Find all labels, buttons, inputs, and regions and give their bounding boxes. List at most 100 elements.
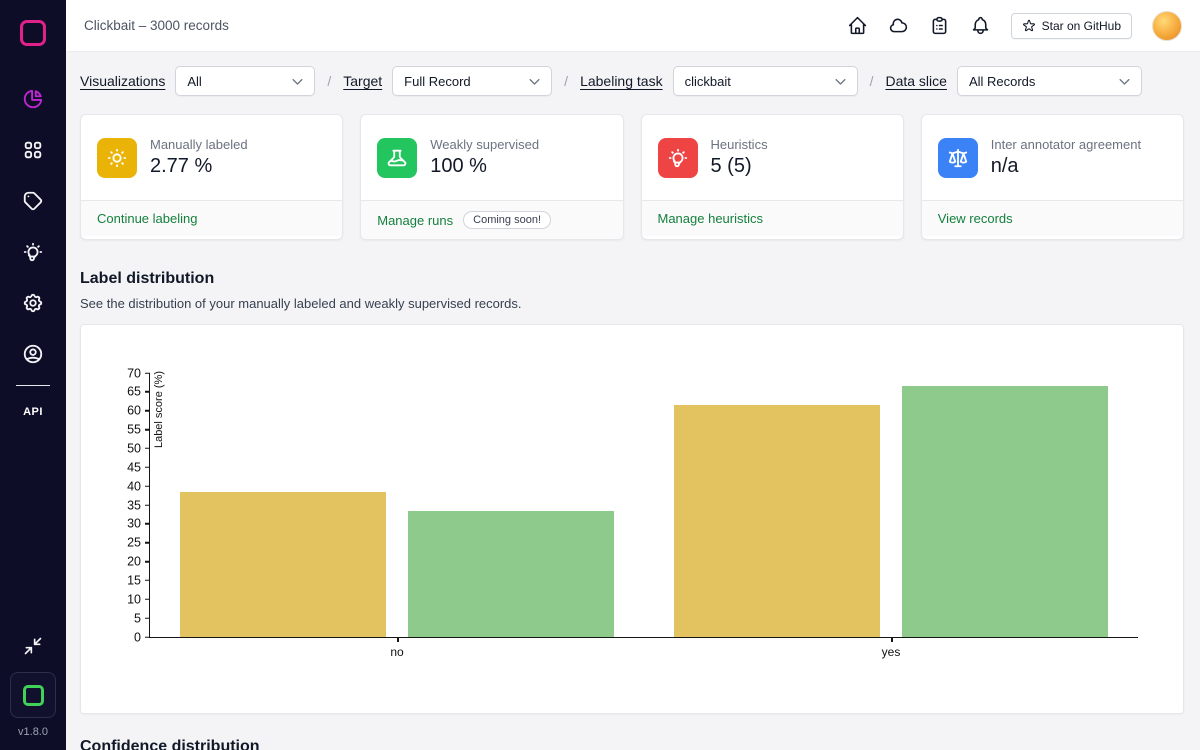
card-body: Inter annotator agreement n/a bbox=[922, 115, 1183, 200]
label-distribution-chart: Label score (%) 051015202530354045505560… bbox=[80, 324, 1184, 714]
y-tick-label-35: 35 bbox=[127, 499, 141, 512]
card-footer: Manage heuristics bbox=[642, 200, 903, 236]
x-axis-label-no: no bbox=[390, 645, 403, 659]
card-label: Manually labeled bbox=[150, 137, 248, 152]
bar-manually-labeled-no bbox=[180, 492, 386, 637]
y-tick-label-5: 5 bbox=[134, 612, 141, 625]
chevron-down-icon bbox=[1117, 74, 1132, 89]
y-tick-label-65: 65 bbox=[127, 386, 141, 399]
collapse-sidebar-icon[interactable] bbox=[23, 636, 43, 656]
sidebar-nav bbox=[22, 88, 44, 365]
card-label: Weakly supervised bbox=[430, 137, 539, 152]
cloud-icon[interactable] bbox=[888, 15, 909, 36]
y-tick-label-50: 50 bbox=[127, 442, 141, 455]
star-icon bbox=[1022, 19, 1036, 33]
beaker-icon bbox=[377, 138, 417, 178]
chevron-down-icon bbox=[290, 74, 305, 89]
y-tick-label-25: 25 bbox=[127, 536, 141, 549]
bar-group-no: no bbox=[150, 373, 644, 637]
content: Visualizations All / Target Full Record … bbox=[66, 52, 1200, 750]
home-icon[interactable] bbox=[847, 15, 868, 36]
filter-bar: Visualizations All / Target Full Record … bbox=[80, 66, 1184, 96]
kern-logo-badge[interactable] bbox=[10, 672, 56, 718]
manage-heuristics-link[interactable]: Manage heuristics bbox=[658, 211, 764, 226]
overview-pie-chart-icon[interactable] bbox=[22, 88, 44, 110]
manage-runs-link[interactable]: Manage runs bbox=[377, 213, 453, 228]
chart-groups: noyes bbox=[150, 373, 1138, 637]
main-area: Clickbait – 3000 records Star on GitHub bbox=[66, 0, 1200, 750]
x-tick-mark bbox=[397, 637, 399, 642]
card-weakly-supervised: Weakly supervised 100 % Manage runs Comi… bbox=[360, 114, 623, 240]
labeling-task-dropdown[interactable]: clickbait bbox=[673, 66, 858, 96]
bar-weakly-supervised-no bbox=[408, 511, 614, 637]
bar-manually-labeled-yes bbox=[674, 405, 880, 637]
chevron-down-icon bbox=[527, 74, 542, 89]
labeling-task-label: Labeling task bbox=[580, 73, 663, 89]
sidebar-divider bbox=[16, 385, 50, 386]
chart-plot-area: Label score (%) 051015202530354045505560… bbox=[149, 373, 1138, 638]
labeling-task-value: clickbait bbox=[685, 74, 731, 89]
y-tick-label-0: 0 bbox=[134, 631, 141, 644]
version-label: v1.8.0 bbox=[18, 726, 48, 738]
y-tick-label-55: 55 bbox=[127, 423, 141, 436]
star-on-github-label: Star on GitHub bbox=[1042, 19, 1121, 33]
label-distribution-title: Label distribution bbox=[80, 270, 1184, 288]
x-tick-mark bbox=[891, 637, 893, 642]
y-tick-label-10: 10 bbox=[127, 593, 141, 606]
labeling-tag-icon[interactable] bbox=[22, 190, 44, 212]
sun-icon bbox=[97, 138, 137, 178]
card-manually-labeled: Manually labeled 2.77 % Continue labelin… bbox=[80, 114, 343, 240]
sidebar: API v1.8.0 bbox=[0, 0, 66, 750]
top-bar: Clickbait – 3000 records Star on GitHub bbox=[66, 0, 1200, 52]
data-browser-icon[interactable] bbox=[22, 139, 44, 161]
y-tick-label-40: 40 bbox=[127, 480, 141, 493]
target-value: Full Record bbox=[404, 74, 470, 89]
filter-separator: / bbox=[564, 73, 568, 89]
visualizations-value: All bbox=[187, 74, 201, 89]
settings-gear-icon[interactable] bbox=[22, 292, 44, 314]
changelog-document-icon[interactable] bbox=[929, 15, 950, 36]
card-label: Heuristics bbox=[711, 137, 768, 152]
target-label: Target bbox=[343, 73, 382, 89]
scale-icon bbox=[938, 138, 978, 178]
card-body: Weakly supervised 100 % bbox=[361, 115, 622, 200]
sidebar-item-api[interactable]: API bbox=[23, 406, 43, 418]
kern-logo-icon bbox=[23, 685, 44, 706]
admin-user-circle-icon[interactable] bbox=[22, 343, 44, 365]
data-slice-dropdown[interactable]: All Records bbox=[957, 66, 1142, 96]
star-on-github-button[interactable]: Star on GitHub bbox=[1011, 13, 1132, 39]
filter-separator: / bbox=[870, 73, 874, 89]
visualizations-label: Visualizations bbox=[80, 73, 165, 89]
visualizations-dropdown[interactable]: All bbox=[175, 66, 315, 96]
card-heuristics: Heuristics 5 (5) Manage heuristics bbox=[641, 114, 904, 240]
y-tick-label-60: 60 bbox=[127, 404, 141, 417]
lightbulb-icon bbox=[658, 138, 698, 178]
card-value: 5 (5) bbox=[711, 155, 768, 178]
app-logo[interactable] bbox=[20, 20, 46, 46]
x-axis-label-yes: yes bbox=[882, 645, 901, 659]
card-value: 100 % bbox=[430, 155, 539, 178]
coming-soon-badge: Coming soon! bbox=[463, 211, 551, 229]
bar-weakly-supervised-yes bbox=[902, 386, 1108, 637]
data-slice-label: Data slice bbox=[885, 73, 946, 89]
card-value: 2.77 % bbox=[150, 155, 248, 178]
target-dropdown[interactable]: Full Record bbox=[392, 66, 552, 96]
card-footer: View records bbox=[922, 200, 1183, 236]
project-title: Clickbait – 3000 records bbox=[84, 18, 229, 33]
chevron-down-icon bbox=[833, 74, 848, 89]
continue-labeling-link[interactable]: Continue labeling bbox=[97, 211, 197, 226]
view-records-link[interactable]: View records bbox=[938, 211, 1013, 226]
heuristics-lightbulb-icon[interactable] bbox=[22, 241, 44, 263]
card-value: n/a bbox=[991, 155, 1141, 178]
user-avatar[interactable] bbox=[1152, 11, 1182, 41]
card-body: Manually labeled 2.77 % bbox=[81, 115, 342, 200]
bar-group-yes: yes bbox=[644, 373, 1138, 637]
stat-cards-row: Manually labeled 2.77 % Continue labelin… bbox=[80, 114, 1184, 240]
filter-separator: / bbox=[327, 73, 331, 89]
card-footer: Continue labeling bbox=[81, 200, 342, 236]
notifications-bell-icon[interactable] bbox=[970, 15, 991, 36]
card-footer: Manage runs Coming soon! bbox=[361, 200, 622, 239]
y-tick-label-70: 70 bbox=[127, 367, 141, 380]
card-inter-annotator: Inter annotator agreement n/a View recor… bbox=[921, 114, 1184, 240]
top-bar-actions: Star on GitHub bbox=[847, 11, 1182, 41]
